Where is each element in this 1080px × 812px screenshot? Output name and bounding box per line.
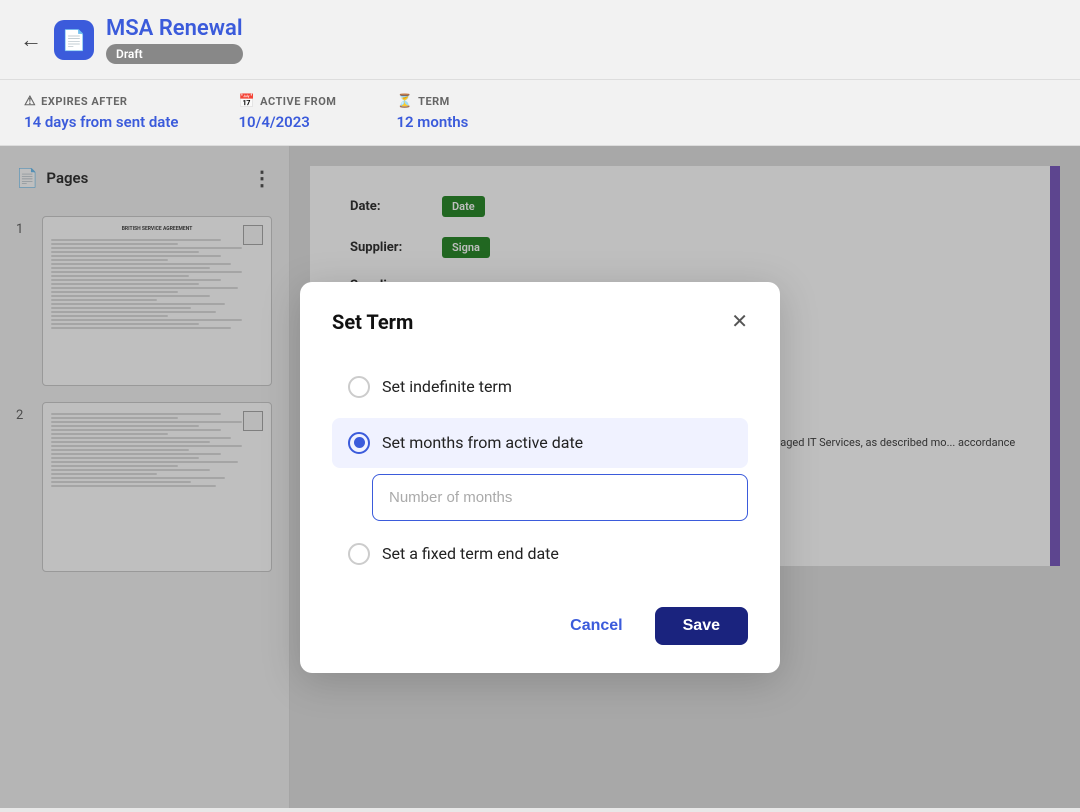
active-from-label: 📅 ACTIVE FROM bbox=[238, 94, 336, 109]
indefinite-term-option[interactable]: Set indefinite term bbox=[332, 362, 748, 412]
calendar-icon: 📅 bbox=[238, 94, 255, 109]
modal-close-button[interactable]: ✕ bbox=[731, 312, 748, 332]
back-button[interactable]: ← bbox=[20, 27, 42, 53]
cancel-button[interactable]: Cancel bbox=[552, 607, 640, 645]
set-term-modal: Set Term ✕ Set indefinite term Set month… bbox=[300, 282, 780, 673]
main-content: 📄 Pages ⋮ 1 BRITISH SERVICE AGREEMENT bbox=[0, 146, 1080, 808]
warning-icon: ⚠ bbox=[24, 94, 36, 109]
active-from-meta: 📅 ACTIVE FROM 10/4/2023 bbox=[238, 94, 336, 131]
months-from-date-radio[interactable] bbox=[348, 432, 370, 454]
app-header: ← 📄 MSA Renewal Draft bbox=[0, 0, 1080, 80]
modal-header: Set Term ✕ bbox=[332, 310, 748, 334]
months-from-date-option[interactable]: Set months from active date bbox=[332, 418, 748, 468]
expires-label: ⚠ EXPIRES AFTER bbox=[24, 94, 178, 109]
expires-value: 14 days from sent date bbox=[24, 113, 178, 131]
status-badge: Draft bbox=[106, 44, 243, 64]
indefinite-term-label: Set indefinite term bbox=[382, 377, 512, 396]
modal-overlay: Set Term ✕ Set indefinite term Set month… bbox=[0, 146, 1080, 808]
active-from-value: 10/4/2023 bbox=[238, 113, 336, 131]
header-title-area: MSA Renewal Draft bbox=[106, 16, 243, 64]
expires-after-meta: ⚠ EXPIRES AFTER 14 days from sent date bbox=[24, 94, 178, 131]
page-title: MSA Renewal bbox=[106, 16, 243, 41]
term-value: 12 months bbox=[396, 113, 468, 131]
save-button[interactable]: Save bbox=[655, 607, 748, 645]
meta-bar: ⚠ EXPIRES AFTER 14 days from sent date 📅… bbox=[0, 80, 1080, 146]
modal-title: Set Term bbox=[332, 310, 413, 334]
term-meta: ⏳ TERM 12 months bbox=[396, 94, 468, 131]
months-from-date-label: Set months from active date bbox=[382, 433, 583, 452]
number-of-months-input[interactable] bbox=[372, 474, 748, 521]
modal-footer: Cancel Save bbox=[332, 607, 748, 645]
timer-icon: ⏳ bbox=[396, 94, 413, 109]
indefinite-term-radio[interactable] bbox=[348, 376, 370, 398]
number-of-months-wrapper bbox=[372, 474, 748, 521]
fixed-term-radio[interactable] bbox=[348, 543, 370, 565]
fixed-term-label: Set a fixed term end date bbox=[382, 544, 559, 563]
doc-icon: 📄 bbox=[54, 20, 94, 60]
fixed-term-option[interactable]: Set a fixed term end date bbox=[332, 529, 748, 579]
term-label: ⏳ TERM bbox=[396, 94, 468, 109]
